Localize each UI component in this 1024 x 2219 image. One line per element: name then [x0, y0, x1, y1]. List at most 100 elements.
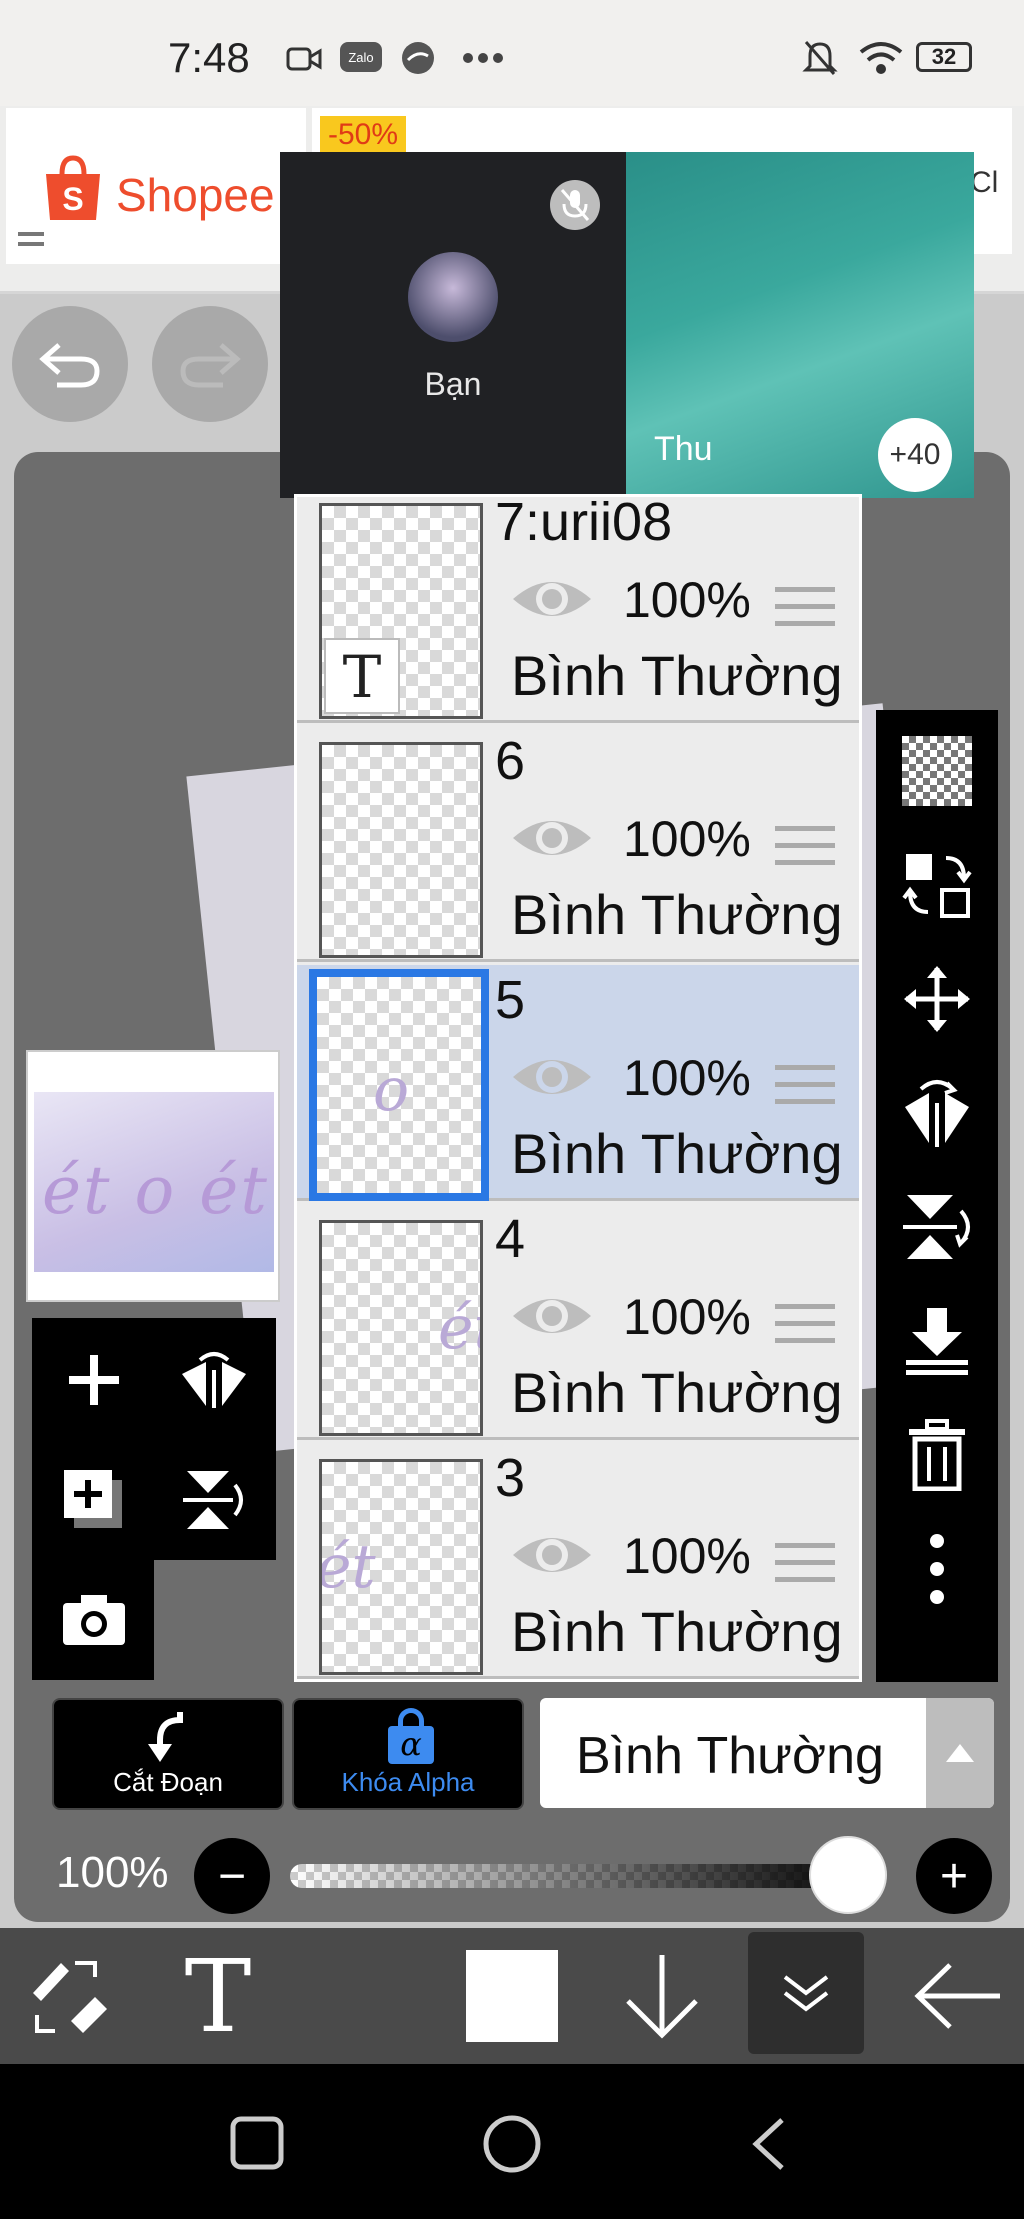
system-navigation-bar	[0, 2064, 1024, 2219]
clipping-button[interactable]: Cắt Đoạn	[52, 1698, 284, 1810]
self-name: Bạn	[424, 366, 482, 402]
recents-icon[interactable]	[230, 2116, 284, 2170]
layer-name: 3	[495, 1448, 526, 1508]
swap-layer-button[interactable]	[876, 828, 998, 942]
chat-bubble-icon	[402, 42, 434, 74]
flip-layer-button[interactable]	[174, 1340, 254, 1420]
duplicate-icon	[64, 1470, 122, 1528]
layers-menu-button[interactable]	[748, 1932, 864, 2054]
layer-thumbnail: o	[309, 969, 489, 1201]
thumbnail-text: ét o ét	[42, 1152, 269, 1229]
redo-button[interactable]	[152, 306, 268, 422]
alpha-glyph: α	[388, 1726, 434, 1764]
flip-horizontal-button[interactable]	[876, 1056, 998, 1170]
alpha-lock-label: Khóa Alpha	[341, 1767, 475, 1797]
video-call-overlay[interactable]: Bạn Thu +40	[280, 152, 974, 498]
move-arrows-icon	[904, 966, 970, 1032]
layer-thumbnail: ét	[319, 1220, 483, 1436]
drag-handle-icon[interactable]	[775, 826, 835, 877]
blend-mode-dropdown-button[interactable]	[926, 1698, 994, 1808]
drag-handle-icon[interactable]	[775, 1304, 835, 1355]
layer-opacity: 100%	[623, 572, 751, 628]
canvas-thumbnail[interactable]: ét o ét	[26, 1050, 280, 1302]
layer-row[interactable]: ét 3 100% Bình Thường	[297, 1443, 859, 1679]
bottom-toolbar: T	[0, 1928, 1024, 2064]
text-layer-glyph: T	[324, 638, 400, 714]
back-icon[interactable]	[748, 2116, 788, 2172]
shopee-ad[interactable]: S Shopee	[6, 108, 306, 264]
opacity-slider-knob[interactable]	[809, 1836, 887, 1914]
layer-blend-mode: Bình Thường	[511, 1122, 843, 1185]
bell-off-icon	[802, 41, 838, 75]
layer-row[interactable]: T 7:urii08 100% Bình Thường	[297, 497, 859, 723]
flip-vertical-small-icon	[183, 1471, 243, 1529]
visibility-eye-icon[interactable]	[509, 810, 595, 866]
layer-thumbnail: T	[319, 503, 483, 719]
merge-down-button[interactable]	[876, 1284, 998, 1398]
self-video-tile[interactable]: Bạn	[280, 152, 626, 498]
arrow-down-icon	[626, 1955, 698, 2039]
remote-video-tile[interactable]: Thu +40	[626, 152, 974, 498]
opacity-control: 100% − +	[0, 1826, 1024, 1918]
add-layer-button[interactable]	[54, 1340, 134, 1420]
move-button[interactable]	[876, 942, 998, 1056]
avatar	[408, 252, 498, 342]
ad-menu-icon[interactable]	[18, 232, 44, 252]
duplicate-layer-button[interactable]	[54, 1460, 134, 1540]
visibility-eye-icon[interactable]	[509, 1049, 595, 1105]
layer-blend-mode: Bình Thường	[511, 883, 843, 946]
shopee-label: Shopee	[116, 169, 275, 221]
tool-switch-button[interactable]	[18, 1928, 118, 2064]
shopee-bag-icon: S	[46, 155, 100, 220]
more-options-button[interactable]	[876, 1512, 998, 1626]
video-camera-icon	[286, 47, 322, 71]
mic-off-icon	[560, 189, 590, 221]
battery-icon: 32	[916, 42, 972, 72]
clipping-arrow-icon	[148, 1712, 183, 1762]
layer-blend-mode: Bình Thường	[511, 1361, 843, 1424]
opacity-label: 100%	[56, 1848, 169, 1897]
delete-layer-button[interactable]	[876, 1398, 998, 1512]
color-picker-button[interactable]	[462, 1928, 562, 2064]
layer-row[interactable]: ét 4 100% Bình Thường	[297, 1204, 859, 1440]
back-arrow-button[interactable]	[904, 1928, 1014, 2064]
visibility-eye-icon[interactable]	[509, 571, 595, 627]
layer-blend-mode: Bình Thường	[511, 644, 843, 707]
visibility-eye-icon[interactable]	[509, 1288, 595, 1344]
opacity-increase-button[interactable]: +	[916, 1838, 992, 1914]
opacity-slider-track[interactable]	[290, 1864, 866, 1888]
flip-vertical-layer-button[interactable]	[174, 1460, 254, 1540]
blend-mode-select[interactable]: Bình Thường	[540, 1698, 994, 1808]
flip-vertical-icon	[903, 1195, 970, 1259]
undo-button[interactable]	[12, 306, 128, 422]
drag-handle-icon[interactable]	[775, 587, 835, 638]
participant-count-badge[interactable]: +40	[878, 418, 952, 492]
home-icon[interactable]	[482, 2114, 542, 2174]
ad-text-clipped: Cl	[970, 166, 999, 199]
alpha-lock-button[interactable]: α Khóa Alpha	[292, 1698, 524, 1810]
drag-handle-icon[interactable]	[775, 1065, 835, 1116]
status-bar: 7:48 Zalo 32	[0, 0, 1024, 106]
triangle-up-icon	[946, 1744, 974, 1762]
flip-vertical-button[interactable]	[876, 1170, 998, 1284]
trash-icon	[909, 1419, 965, 1491]
camera-icon	[63, 1595, 125, 1645]
layer-glyph: ét	[438, 1293, 480, 1363]
discount-badge: -50%	[320, 116, 407, 154]
layers-panel[interactable]: T 7:urii08 100% Bình Thường 6 100% Bình …	[294, 494, 862, 1682]
layer-glyph: ét	[319, 1532, 376, 1602]
drag-handle-icon[interactable]	[775, 1543, 835, 1594]
more-vertical-icon	[930, 1534, 944, 1604]
opacity-decrease-button[interactable]: −	[194, 1838, 270, 1914]
mic-muted-button[interactable]	[550, 180, 600, 230]
layer-row[interactable]: 6 100% Bình Thường	[297, 726, 859, 962]
layer-down-button[interactable]	[612, 1928, 712, 2064]
layer-row-selected[interactable]: o 5 100% Bình Thường	[297, 965, 859, 1201]
text-tool-button[interactable]: T	[168, 1928, 268, 2064]
visibility-eye-icon[interactable]	[509, 1527, 595, 1583]
undo-icon	[39, 343, 100, 388]
transparent-layer-button[interactable]	[876, 714, 998, 828]
checkerboard-icon	[902, 736, 972, 806]
plus-icon	[69, 1355, 119, 1405]
camera-button[interactable]	[54, 1580, 134, 1660]
